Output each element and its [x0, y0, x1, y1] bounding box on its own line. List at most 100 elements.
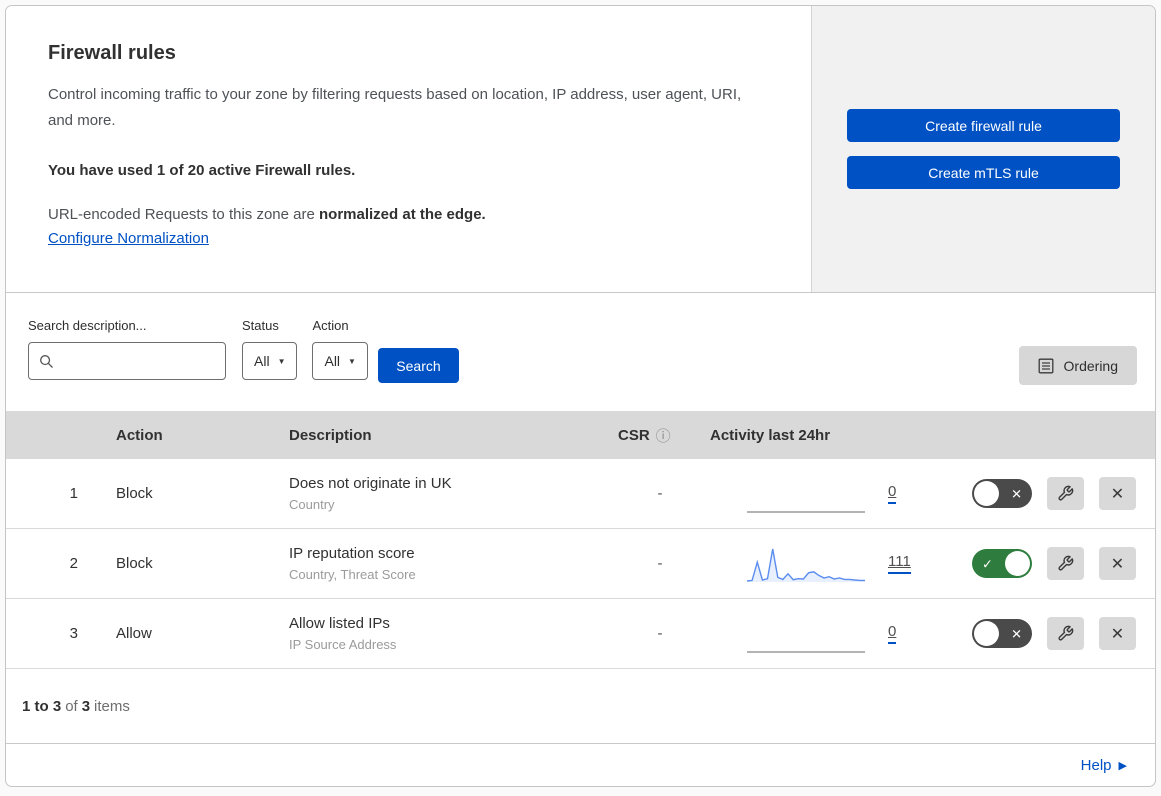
rule-activity-cell: 0 — [710, 614, 950, 654]
action-dropdown[interactable]: All ▼ — [312, 342, 368, 380]
toggle-off-icon: ✕ — [1011, 626, 1022, 641]
csr-header-label: CSR — [618, 426, 650, 444]
status-label: Status — [242, 318, 279, 333]
delete-rule-button[interactable]: ✕ — [1099, 547, 1136, 580]
items-label: items — [94, 697, 130, 715]
normalization-note: URL-encoded Requests to this zone are no… — [48, 206, 769, 223]
delete-rule-button[interactable]: ✕ — [1099, 617, 1136, 650]
activity-count-link[interactable]: 111 — [888, 553, 911, 574]
delete-rule-button[interactable]: ✕ — [1099, 477, 1136, 510]
search-group: Search description... — [28, 318, 226, 380]
configure-normalization-link[interactable]: Configure Normalization — [48, 230, 209, 247]
chevron-down-icon: ▼ — [348, 356, 356, 366]
rule-enable-toggle[interactable]: ✕ ✓ — [972, 619, 1032, 648]
create-mtls-rule-button[interactable]: Create mTLS rule — [847, 156, 1120, 189]
close-icon: ✕ — [1110, 555, 1125, 573]
help-arrow-icon: ▶ — [1118, 759, 1127, 772]
firewall-rules-panel: Firewall rules Control incoming traffic … — [5, 5, 1156, 787]
normalization-bold: normalized at the edge. — [319, 205, 486, 223]
rule-csr-value: - — [657, 555, 663, 572]
ordering-label: Ordering — [1063, 357, 1118, 374]
rule-action: Block — [116, 555, 153, 572]
rule-enable-toggle[interactable]: ✕ ✓ — [972, 549, 1032, 578]
rule-priority: 1 — [69, 485, 78, 502]
filter-bar: Search description... Status All ▼ Actio… — [6, 293, 1155, 411]
search-icon — [40, 354, 53, 368]
table-row: 3 Allow Allow listed IPs IP Source Addre… — [6, 599, 1155, 669]
rule-csr-value: - — [657, 485, 663, 502]
rule-priority: 2 — [69, 555, 78, 572]
rule-activity-cell: 0 — [710, 474, 950, 514]
rule-controls: ✕ ✓ ✕ — [950, 617, 1155, 650]
header-section: Firewall rules Control incoming traffic … — [6, 6, 1155, 293]
usage-summary: You have used 1 of 20 active Firewall ru… — [48, 161, 356, 179]
items-of: of — [65, 697, 78, 715]
actions-panel: Create firewall rule Create mTLS rule — [812, 6, 1155, 292]
toggle-off-icon: ✕ — [1011, 486, 1022, 501]
activity-column-header: Activity last 24hr — [710, 426, 831, 444]
help-bar: Help ▶ — [6, 744, 1155, 786]
rule-description: IP reputation score — [289, 545, 415, 562]
activity-sparkline — [746, 474, 866, 514]
wrench-icon — [1058, 485, 1074, 501]
csr-column-header: CSR ⓘ — [610, 425, 710, 446]
items-range: 1 to 3 — [22, 697, 62, 715]
table-row: 2 Block IP reputation score Country, Thr… — [6, 529, 1155, 599]
rule-controls: ✕ ✓ ✕ — [950, 547, 1155, 580]
info-icon[interactable]: ⓘ — [656, 425, 671, 446]
ordering-button[interactable]: Ordering — [1018, 346, 1137, 385]
rule-fields: Country, Threat Score — [289, 567, 416, 582]
toggle-knob — [974, 481, 999, 506]
table-header: Action Description CSR ⓘ Activity last 2… — [6, 411, 1155, 459]
status-filter-group: Status All ▼ — [242, 318, 298, 380]
pagination-summary: 1 to 3 of 3 items — [6, 669, 1155, 744]
rule-csr-value: - — [657, 625, 663, 642]
rule-activity-cell: 111 — [710, 544, 950, 584]
status-selected-value: All — [254, 353, 270, 369]
status-dropdown[interactable]: All ▼ — [242, 342, 298, 380]
wrench-icon — [1058, 555, 1074, 571]
create-firewall-rule-button[interactable]: Create firewall rule — [847, 109, 1120, 142]
rule-controls: ✕ ✓ ✕ — [950, 477, 1155, 510]
table-row: 1 Block Does not originate in UK Country… — [6, 459, 1155, 529]
search-button[interactable]: Search — [377, 348, 459, 383]
search-label: Search description... — [28, 318, 147, 333]
edit-rule-button[interactable] — [1047, 477, 1084, 510]
page-description: Control incoming traffic to your zone by… — [48, 86, 742, 130]
close-icon: ✕ — [1110, 485, 1125, 503]
rule-description-cell: IP reputation score Country, Threat Scor… — [271, 545, 610, 582]
action-column-header: Action — [116, 426, 163, 444]
close-icon: ✕ — [1110, 625, 1125, 643]
toggle-knob — [974, 621, 999, 646]
rule-action: Block — [116, 485, 153, 502]
items-total: 3 — [81, 697, 91, 715]
rule-fields: IP Source Address — [289, 637, 397, 652]
rule-description: Does not originate in UK — [289, 475, 452, 492]
wrench-icon — [1058, 625, 1074, 641]
description-column-header: Description — [289, 426, 372, 444]
activity-count-link[interactable]: 0 — [888, 623, 897, 644]
activity-sparkline — [746, 544, 866, 584]
activity-count-link[interactable]: 0 — [888, 483, 897, 504]
action-selected-value: All — [324, 353, 341, 369]
search-input[interactable] — [62, 353, 215, 369]
edit-rule-button[interactable] — [1047, 547, 1084, 580]
edit-rule-button[interactable] — [1047, 617, 1084, 650]
action-filter-group: Action All ▼ — [312, 318, 368, 380]
rule-description-cell: Does not originate in UK Country — [271, 475, 610, 512]
chevron-down-icon: ▼ — [277, 356, 286, 366]
help-link[interactable]: Help — [1081, 757, 1112, 774]
header-content: Firewall rules Control incoming traffic … — [6, 6, 812, 292]
rule-description: Allow listed IPs — [289, 615, 390, 632]
page-title: Firewall rules — [48, 42, 176, 64]
rule-priority: 3 — [69, 625, 78, 642]
rule-fields: Country — [289, 497, 335, 512]
toggle-knob — [1005, 551, 1030, 576]
ordering-list-icon — [1038, 358, 1053, 373]
rule-description-cell: Allow listed IPs IP Source Address — [271, 615, 610, 652]
toggle-on-icon: ✓ — [982, 556, 993, 571]
search-input-wrapper[interactable] — [28, 342, 226, 380]
rule-enable-toggle[interactable]: ✕ ✓ — [972, 479, 1032, 508]
rule-action: Allow — [116, 625, 152, 642]
action-label: Action — [312, 318, 349, 333]
